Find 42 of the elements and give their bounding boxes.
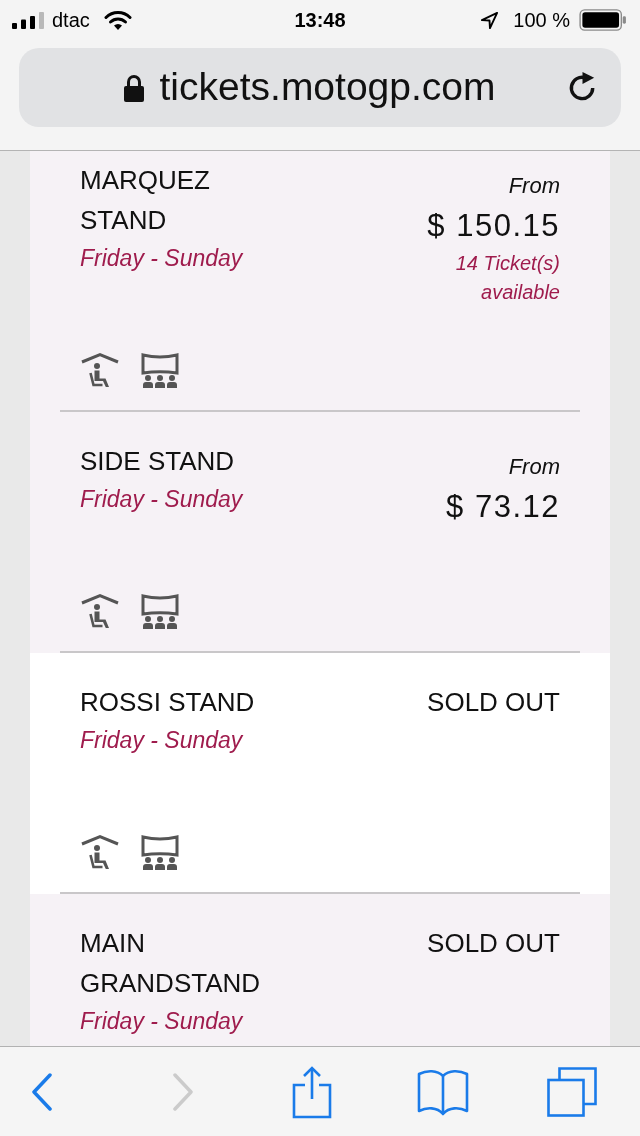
covered-seat-icon [80, 352, 120, 388]
sold-out-label: SOLD OUT [427, 686, 560, 719]
sold-out-label: SOLD OUT [427, 927, 560, 960]
price-value: $ 150.15 [427, 207, 560, 245]
price-prefix: From [508, 453, 560, 481]
stand-name: MAIN GRANDSTAND [80, 927, 262, 1000]
stand-name: ROSSI STAND [80, 686, 256, 719]
price-value: $ 73.12 [446, 488, 560, 526]
screen-audience-icon [140, 593, 180, 629]
signal-icon [12, 11, 44, 29]
url-text: tickets.motogp.com [159, 64, 496, 111]
stand-card[interactable]: SIDE STAND Friday - Sunday From $ 73.12 [30, 412, 610, 653]
carrier-name: dtac [52, 8, 90, 33]
screen-audience-icon [140, 834, 180, 870]
battery-icon [578, 9, 628, 31]
availability-text: 14 Ticket(s) available [454, 251, 560, 305]
stand-dates: Friday - Sunday [80, 485, 244, 514]
covered-seat-icon [80, 593, 120, 629]
wifi-icon [103, 10, 132, 30]
tabs-icon [547, 1066, 597, 1117]
stand-card[interactable]: MAIN GRANDSTAND Friday - Sunday SOLD OUT [30, 894, 610, 1046]
price-prefix: From [508, 172, 560, 200]
stand-dates: Friday - Sunday [80, 244, 244, 273]
stand-dates: Friday - Sunday [80, 726, 244, 755]
tabs-button[interactable] [547, 1066, 597, 1117]
covered-seat-icon [80, 834, 120, 870]
share-button[interactable] [292, 1064, 332, 1119]
stand-dates: Friday - Sunday [80, 1007, 244, 1036]
chevron-right-icon [172, 1072, 194, 1111]
back-button[interactable] [31, 1072, 53, 1111]
share-icon [292, 1064, 332, 1119]
stand-name: MARQUEZ STAND [80, 164, 211, 237]
lock-icon [123, 73, 144, 102]
clock-time: 13:48 [294, 8, 346, 33]
stand-card[interactable]: MARQUEZ STAND Friday - Sunday From $ 150.15 14 Ticket(s) available [30, 151, 610, 412]
stand-name: SIDE STAND [80, 445, 236, 478]
stand-card[interactable]: ROSSI STAND Friday - Sunday SOLD OUT [30, 653, 610, 894]
address-bar[interactable]: tickets.motogp.com [19, 48, 621, 127]
location-arrow-icon [480, 10, 500, 30]
chevron-left-icon [31, 1072, 53, 1111]
battery-percent: 100 % [513, 8, 570, 33]
screen-audience-icon [140, 352, 180, 388]
